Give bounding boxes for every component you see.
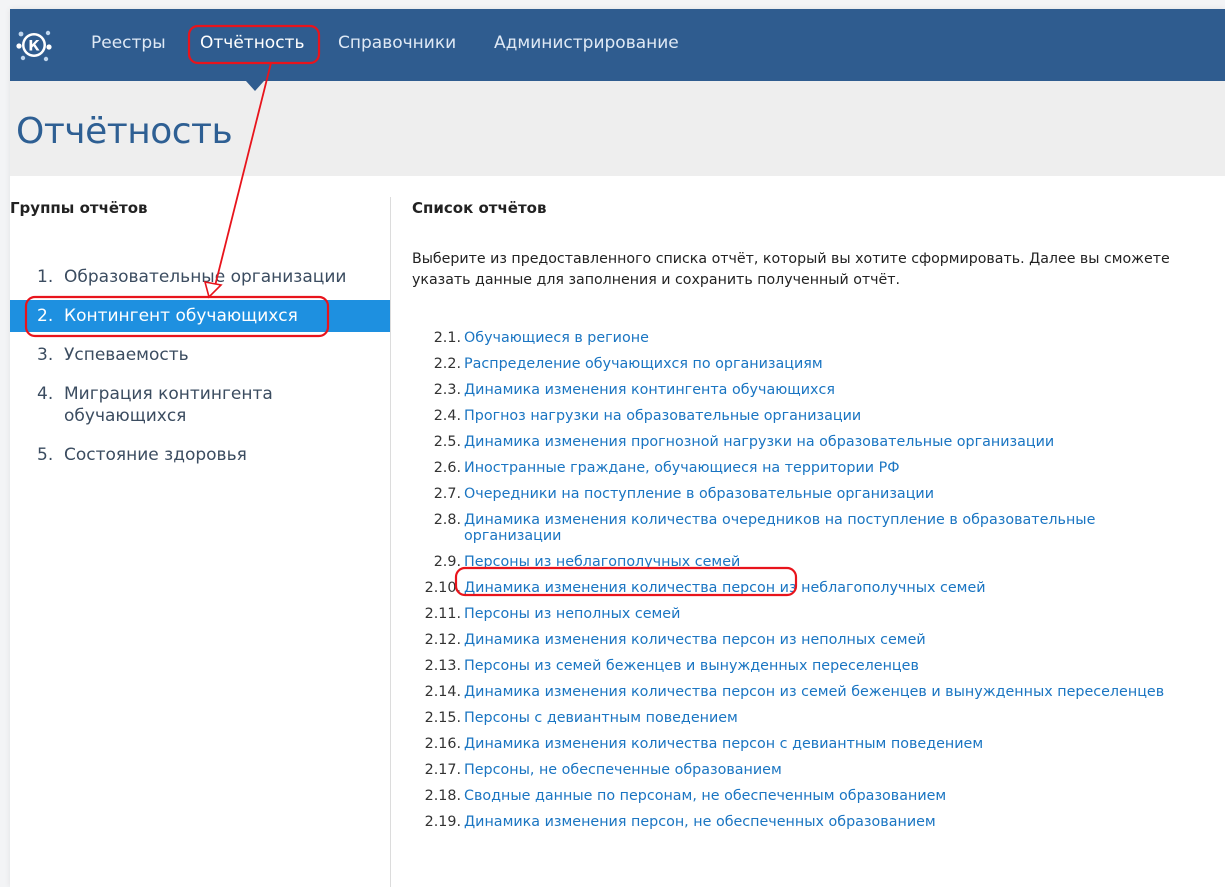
report-link[interactable]: Динамика изменения количества очереднико… — [464, 512, 1164, 544]
report-item[interactable]: 2.13. Персоны из семей беженцев и вынужде… — [391, 652, 1225, 678]
group-item-educational-organizations[interactable]: 1. Образовательные организации — [10, 261, 390, 293]
report-number: 2.12. — [424, 632, 461, 648]
report-link[interactable]: Персоны с девиантным поведением — [464, 710, 1224, 726]
report-number: 2.15. — [424, 710, 461, 726]
instructions-text: Выберите из предоставленного списка отчё… — [412, 249, 1225, 291]
report-groups-list: 1. Образовательные организации 2. Контин… — [10, 261, 390, 478]
group-number: 5. — [37, 445, 54, 465]
report-link[interactable]: Персоны из неблагополучных семей — [464, 554, 1224, 570]
report-link[interactable]: Распределение обучающихся по организация… — [464, 356, 1224, 372]
report-number: 2.14. — [424, 684, 461, 700]
page-header: Отчётность — [10, 81, 1225, 176]
report-link[interactable]: Иностранные граждане, обучающиеся на тер… — [464, 460, 1224, 476]
report-list-heading: Список отчётов — [412, 199, 547, 217]
report-item[interactable]: 2.12. Динамика изменения количества персо… — [391, 626, 1225, 652]
report-number: 2.19. — [424, 814, 461, 830]
report-number: 2.18. — [424, 788, 461, 804]
report-link[interactable]: Персоны из неполных семей — [464, 606, 1224, 622]
report-link[interactable]: Динамика изменения количества персон из … — [464, 684, 1224, 700]
report-item[interactable]: 2.9. Персоны из неблагополучных семей — [391, 548, 1225, 574]
report-item[interactable]: 2.17. Персоны, не обеспеченные образовани… — [391, 756, 1225, 782]
report-item[interactable]: 2.14. Динамика изменения количества персо… — [391, 678, 1225, 704]
report-number: 2.6. — [433, 460, 461, 476]
report-number: 2.2. — [433, 356, 461, 372]
report-number: 2.9. — [433, 554, 461, 570]
report-link[interactable]: Динамика изменения прогнозной нагрузки н… — [464, 434, 1224, 450]
top-navigation-bar: К Реестры Отчётность Справочники Админис… — [10, 9, 1225, 81]
report-item[interactable]: 2.19. Динамика изменения персон, не обесп… — [391, 808, 1225, 834]
report-number: 2.3. — [433, 382, 461, 398]
report-item[interactable]: 2.18. Сводные данные по персонам, не обес… — [391, 782, 1225, 808]
group-item-health-status[interactable]: 5. Состояние здоровья — [10, 439, 390, 471]
report-link[interactable]: Динамика изменения контингента обучающих… — [464, 382, 1224, 398]
report-link[interactable]: Динамика изменения персон, не обеспеченн… — [464, 814, 1224, 830]
group-number: 3. — [37, 345, 54, 365]
report-item[interactable]: 2.15. Персоны с девиантным поведением — [391, 704, 1225, 730]
report-item[interactable]: 2.11. Персоны из неполных семей — [391, 600, 1225, 626]
report-item[interactable]: 2.10. Динамика изменения количества персо… — [391, 574, 1225, 600]
report-item[interactable]: 2.5. Динамика изменения прогнозной нагруз… — [391, 428, 1225, 454]
nav-item-administration[interactable]: Администрирование — [494, 33, 679, 53]
nav-item-registries[interactable]: Реестры — [91, 33, 166, 53]
instructions-line: Выберите из предоставленного списка отчё… — [412, 251, 1170, 267]
group-label: Миграция контингента обучающихся — [64, 384, 273, 426]
report-number: 2.4. — [433, 408, 461, 424]
group-item-student-contingent[interactable]: 2. Контингент обучающихся — [10, 300, 390, 332]
group-label: Образовательные организации — [64, 267, 347, 287]
report-groups-panel: Группы отчётов 1. Образовательные органи… — [10, 176, 390, 887]
nav-item-reporting[interactable]: Отчётность — [200, 33, 304, 53]
group-label: Контингент обучающихся — [64, 306, 298, 326]
group-label: Успеваемость — [64, 345, 189, 365]
report-number: 2.7. — [433, 486, 461, 502]
app-window: К Реестры Отчётность Справочники Админис… — [10, 9, 1225, 887]
report-number: 2.8. — [433, 512, 461, 528]
group-label: Состояние здоровья — [64, 445, 247, 465]
report-item[interactable]: 2.8. Динамика изменения количества очеред… — [391, 506, 1225, 548]
report-link[interactable]: Очередники на поступление в образователь… — [464, 486, 1224, 502]
report-link[interactable]: Сводные данные по персонам, не обеспечен… — [464, 788, 1224, 804]
group-number: 1. — [37, 267, 54, 287]
page-title: Отчётность — [16, 111, 233, 152]
group-item-performance[interactable]: 3. Успеваемость — [10, 339, 390, 371]
report-item[interactable]: 2.3. Динамика изменения контингента обуча… — [391, 376, 1225, 402]
report-link[interactable]: Персоны из семей беженцев и вынужденных … — [464, 658, 1224, 674]
report-number: 2.17. — [424, 762, 461, 778]
logo-letter: К — [28, 39, 40, 55]
report-link[interactable]: Прогноз нагрузки на образовательные орга… — [464, 408, 1224, 424]
report-item[interactable]: 2.1. Обучающиеся в регионе — [391, 324, 1225, 350]
report-number: 2.13. — [424, 658, 461, 674]
report-number: 2.16. — [424, 736, 461, 752]
report-item[interactable]: 2.7. Очередники на поступление в образова… — [391, 480, 1225, 506]
logo-icon[interactable]: К — [15, 26, 53, 64]
report-link[interactable]: Персоны, не обеспеченные образованием — [464, 762, 1224, 778]
group-item-contingent-migration[interactable]: 4. Миграция контингента обучающихся — [10, 378, 390, 432]
instructions-line: указать данные для заполнения и сохранит… — [412, 272, 901, 288]
report-item[interactable]: 2.2. Распределение обучающихся по организ… — [391, 350, 1225, 376]
report-number: 2.10. — [424, 580, 461, 596]
report-number: 2.11. — [424, 606, 461, 622]
group-number: 4. — [37, 384, 54, 404]
report-link[interactable]: Динамика изменения количества персон с д… — [464, 736, 1224, 752]
report-link[interactable]: Обучающиеся в регионе — [464, 330, 1224, 346]
group-number: 2. — [37, 306, 54, 326]
report-item[interactable]: 2.16. Динамика изменения количества персо… — [391, 730, 1225, 756]
report-item[interactable]: 2.4. Прогноз нагрузки на образовательные … — [391, 402, 1225, 428]
nav-item-directories[interactable]: Справочники — [338, 33, 456, 53]
report-link[interactable]: Динамика изменения количества персон из … — [464, 632, 1224, 648]
report-number: 2.5. — [433, 434, 461, 450]
report-groups-heading: Группы отчётов — [10, 199, 148, 217]
report-item[interactable]: 2.6. Иностранные граждане, обучающиеся на… — [391, 454, 1225, 480]
report-number: 2.1. — [433, 330, 461, 346]
active-nav-caret — [246, 81, 264, 91]
report-link[interactable]: Динамика изменения количества персон из … — [464, 580, 1224, 596]
report-list: 2.1. Обучающиеся в регионе 2.2. Распределен… — [391, 324, 1225, 834]
report-list-panel: Список отчётов Выберите из предоставленн… — [391, 176, 1225, 887]
